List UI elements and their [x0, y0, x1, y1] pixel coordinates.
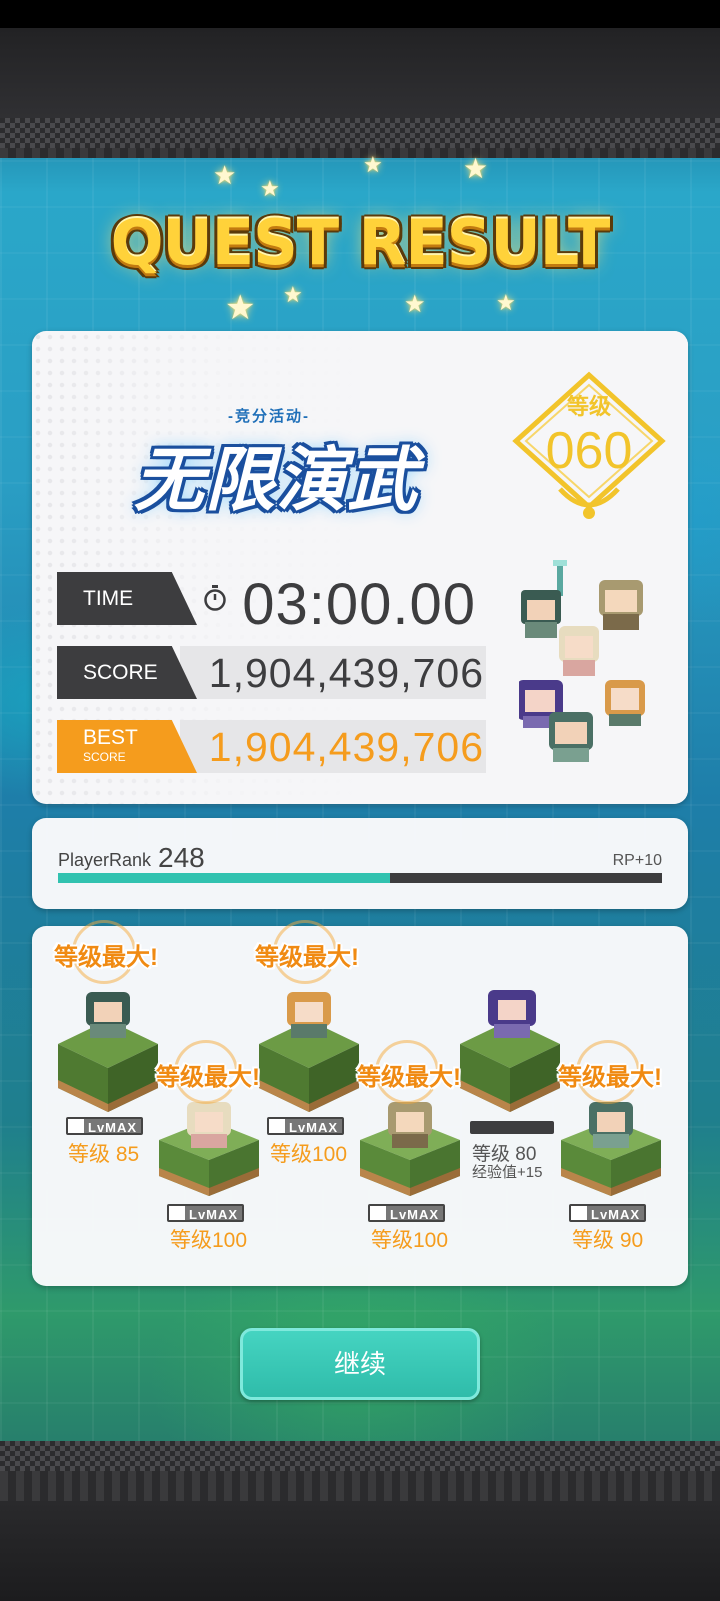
level-max-badge: 等级最大! [156, 1064, 260, 1091]
unit-level: 等级100 [371, 1229, 449, 1252]
time-value: 03:00.00 [242, 572, 476, 637]
score-value: 1,904,439,706 [208, 650, 484, 696]
lvmax-tag: LvMAX [167, 1204, 245, 1222]
unit-exp-gain: 经验值+15 [472, 1164, 543, 1181]
character-sprite-icon [488, 990, 536, 1038]
character-sprite-icon [388, 1102, 432, 1148]
unit-level: 等级 85 [68, 1143, 140, 1166]
lvmax-tag: LvMAX [66, 1117, 144, 1135]
character-sprite-icon [559, 626, 599, 676]
unit-level: 等级 90 [572, 1229, 644, 1252]
rank-progress-fill [58, 873, 391, 883]
level-max-badge: 等级最大! [255, 944, 359, 971]
event-logo: 无限演武 [134, 439, 418, 521]
level-max-badge: 等级最大! [357, 1064, 461, 1091]
level-badge-label: 等级 [566, 394, 611, 419]
stopwatch-icon [204, 585, 226, 611]
continue-button[interactable]: 继续 [240, 1328, 480, 1400]
character-sprite-icon [187, 1102, 231, 1148]
star-icon: ★ [404, 291, 426, 318]
character-sprite-icon [599, 580, 643, 630]
team-sprites [519, 560, 645, 762]
character-sprite-icon [589, 1102, 633, 1148]
star-icon: ★ [213, 160, 237, 190]
star-icon: ★ [260, 176, 280, 201]
character-sprite-icon [521, 560, 567, 638]
page-title: QUEST RESULT [110, 206, 611, 279]
star-icon: ★ [363, 152, 383, 177]
event-subtitle: -竞分活动- [228, 408, 310, 425]
player-rank-value: 248 [158, 842, 205, 873]
unit-level: 等级100 [170, 1229, 248, 1252]
rank-points-gain: RP+10 [612, 852, 662, 869]
rank-progress-bar [58, 873, 662, 883]
star-icon: ★ [283, 282, 303, 307]
best-label: BEST [83, 726, 138, 749]
star-icon: ★ [463, 153, 489, 184]
level-badge: 等级 060 [510, 371, 668, 521]
star-icon: ★ [496, 290, 516, 315]
level-badge-value: 060 [545, 422, 633, 480]
character-sprite-icon [287, 992, 331, 1038]
bottom-checker-strip [0, 1441, 720, 1471]
top-checker-strip [0, 118, 720, 148]
lvmax-tag: LvMAX [569, 1204, 647, 1222]
exp-progress-bar [470, 1121, 554, 1134]
star-icon: ★ [225, 289, 256, 327]
level-max-badge: 等级最大! [558, 1064, 662, 1091]
unit-level: 等级100 [270, 1143, 348, 1166]
character-sprite-icon [549, 712, 593, 762]
lvmax-tag: LvMAX [368, 1204, 446, 1222]
level-max-badge: 等级最大! [54, 944, 158, 971]
best-score-value: 1,904,439,706 [208, 724, 484, 770]
character-sprite-icon [86, 992, 130, 1038]
character-sprite-icon [605, 680, 645, 726]
player-rank-label: PlayerRank [58, 850, 152, 870]
best-sub-label: SCORE [83, 750, 126, 764]
lvmax-tag: LvMAX [267, 1117, 345, 1135]
